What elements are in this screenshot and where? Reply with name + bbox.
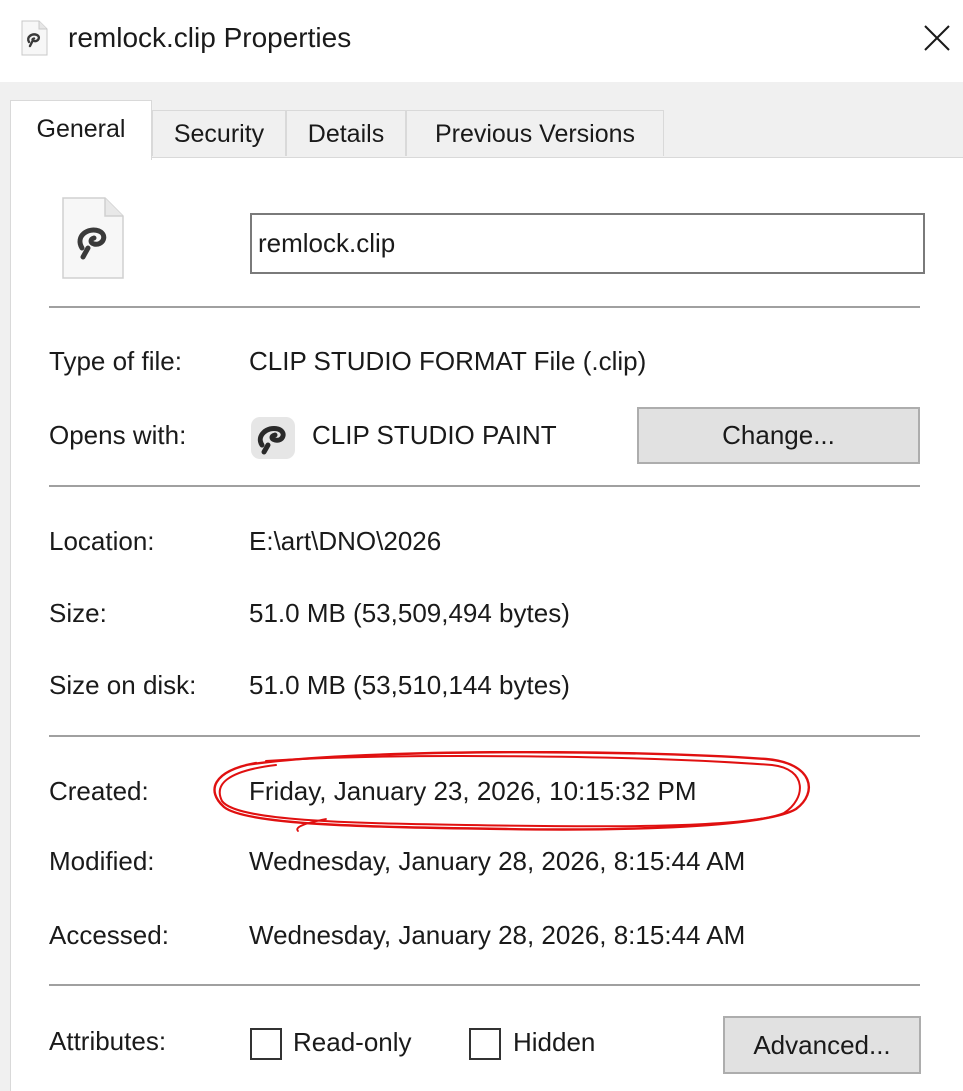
separator: [49, 485, 920, 487]
created-value: Friday, January 23, 2026, 10:15:32 PM: [249, 776, 697, 806]
separator: [49, 735, 920, 737]
close-icon: [924, 25, 950, 51]
type-of-file-value: CLIP STUDIO FORMAT File (.clip): [249, 346, 647, 376]
attributes-label: Attributes:: [49, 1026, 167, 1056]
modified-label: Modified:: [49, 846, 155, 876]
accessed-value: Wednesday, January 28, 2026, 8:15:44 AM: [249, 920, 746, 950]
opens-with-label: Opens with:: [49, 420, 187, 450]
size-on-disk-label: Size on disk:: [49, 670, 197, 700]
location-value: E:\art\DNO\2026: [249, 526, 442, 556]
size-on-disk-value: 51.0 MB (53,510,144 bytes): [249, 670, 570, 700]
window-title: remlock.clip Properties: [68, 22, 352, 53]
file-name-input[interactable]: [250, 213, 925, 274]
tab-general[interactable]: General: [10, 100, 152, 160]
location-label: Location:: [49, 526, 155, 556]
clip-studio-file-icon: [62, 197, 124, 279]
read-only-checkbox[interactable]: [250, 1028, 282, 1060]
separator: [49, 306, 920, 308]
properties-dialog: remlock.clip Properties General Security…: [0, 0, 963, 1091]
accessed-label: Accessed:: [49, 920, 169, 950]
size-value: 51.0 MB (53,509,494 bytes): [249, 598, 570, 628]
clip-studio-file-icon: [21, 20, 48, 56]
separator: [49, 984, 920, 986]
read-only-label: Read-only: [293, 1027, 412, 1057]
tab-previous-versions[interactable]: Previous Versions: [406, 110, 664, 156]
created-label: Created:: [49, 776, 149, 806]
size-label: Size:: [49, 598, 107, 628]
modified-value: Wednesday, January 28, 2026, 8:15:44 AM: [249, 846, 746, 876]
opens-with-value: CLIP STUDIO PAINT: [312, 420, 557, 450]
general-panel: Type of file: CLIP STUDIO FORMAT File (.…: [10, 157, 963, 1091]
advanced-button[interactable]: Advanced...: [723, 1016, 921, 1074]
change-button[interactable]: Change...: [637, 407, 920, 464]
title-bar: remlock.clip Properties: [0, 0, 963, 82]
tab-details[interactable]: Details: [286, 110, 406, 156]
close-button[interactable]: [917, 18, 957, 58]
clip-studio-paint-icon: [251, 417, 295, 459]
type-of-file-label: Type of file:: [49, 346, 182, 376]
tab-security[interactable]: Security: [152, 110, 286, 156]
hidden-checkbox[interactable]: [469, 1028, 501, 1060]
hidden-label: Hidden: [513, 1027, 596, 1057]
